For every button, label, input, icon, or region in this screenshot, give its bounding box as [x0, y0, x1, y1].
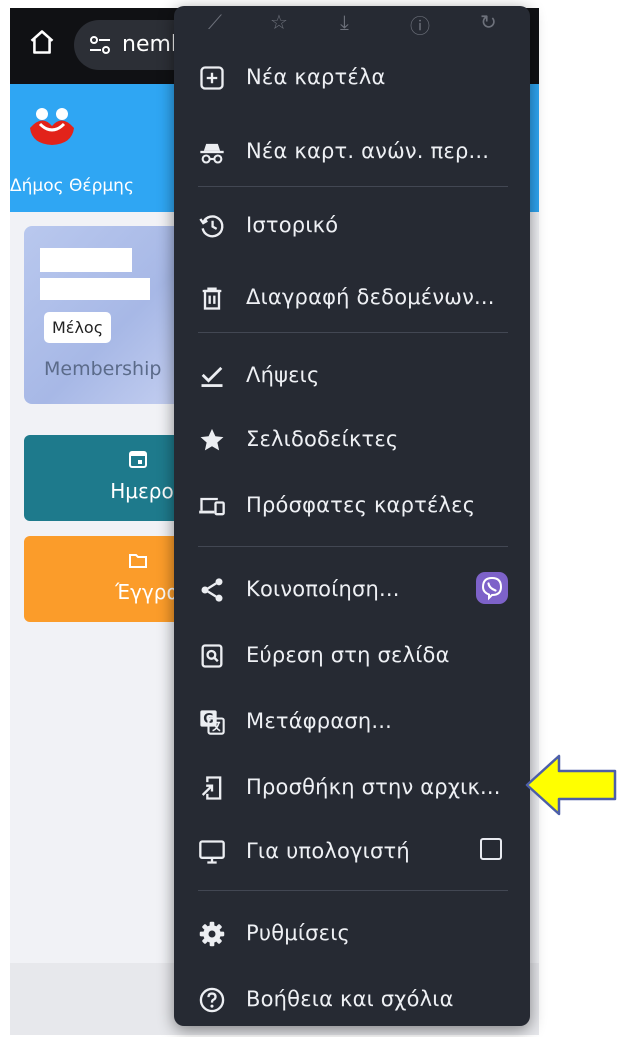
menu-item-incognito[interactable]: Νέα καρτ. ανών. περ...: [174, 124, 530, 180]
find-in-page-icon: [201, 644, 223, 668]
download-check-icon: [201, 366, 223, 387]
desktop-site-checkbox[interactable]: [480, 838, 502, 860]
menu-item-label: Ρυθμίσεις: [246, 921, 351, 945]
menu-item-label: Λήψεις: [246, 363, 320, 387]
municipality-logo: [30, 108, 74, 145]
site-settings-icon[interactable]: [88, 33, 112, 57]
trash-icon: [202, 287, 222, 310]
info-icon[interactable]: ⓘ: [410, 10, 430, 39]
help-circle-icon: [199, 987, 225, 1013]
add-to-home-icon: [201, 776, 222, 800]
menu-divider: [198, 890, 508, 891]
redacted-id: [40, 278, 150, 300]
menu-item-desktop-site[interactable]: Για υπολογιστή: [174, 824, 530, 880]
share-icon: [201, 578, 223, 602]
menu-item-label: Βοήθεια και σχόλια: [246, 987, 454, 1011]
history-icon: [199, 215, 224, 238]
menu-item-label: Προσθήκη στην αρχικ...: [246, 775, 501, 799]
menu-item-add-to-home[interactable]: Προσθήκη στην αρχικ...: [174, 760, 530, 816]
annotation-arrow: [525, 754, 617, 816]
menu-item-history[interactable]: Ιστορικό: [174, 198, 530, 254]
incognito-icon: [200, 143, 224, 164]
menu-item-translate[interactable]: G Μετάφραση...: [174, 694, 530, 750]
menu-item-label: Ιστορικό: [246, 213, 339, 237]
reload-icon[interactable]: ↻: [480, 10, 497, 34]
translate-icon: G: [200, 710, 225, 735]
menu-divider: [198, 332, 508, 333]
forward-icon[interactable]: ⟋: [208, 10, 222, 34]
menu-item-label: Εύρεση στη σελίδα: [246, 643, 450, 667]
home-icon[interactable]: [28, 28, 56, 56]
star-icon: [200, 428, 224, 451]
menu-top-icon-row: ⟋ ☆ ⤓ ⓘ ↻: [174, 6, 530, 44]
menu-item-recent-tabs[interactable]: Πρόσφατες καρτέλες: [174, 478, 530, 534]
menu-item-help[interactable]: Βοήθεια και σχόλια: [174, 972, 530, 1028]
menu-item-downloads[interactable]: Λήψεις: [174, 348, 530, 404]
viber-share-icon[interactable]: [476, 572, 508, 604]
gear-icon: [199, 921, 225, 947]
menu-item-find[interactable]: Εύρεση στη σελίδα: [174, 628, 530, 684]
menu-item-label: Διαγραφή δεδομένων...: [246, 285, 495, 309]
menu-item-label: Πρόσφατες καρτέλες: [246, 493, 476, 517]
redacted-name: [40, 248, 132, 272]
menu-item-label: Μετάφραση...: [246, 709, 393, 733]
menu-item-label: Σελιδοδείκτες: [246, 427, 399, 451]
menu-item-settings[interactable]: Ρυθμίσεις: [174, 906, 530, 962]
menu-item-share[interactable]: Κοινοποίηση...: [174, 562, 530, 618]
municipality-name: Δήμος Θέρμης: [10, 176, 134, 196]
menu-item-new-tab[interactable]: Νέα καρτέλα: [174, 50, 530, 106]
menu-item-label: Νέα καρτέλα: [246, 65, 386, 89]
menu-item-label: Για υπολογιστή: [246, 839, 410, 863]
menu-item-clear-data[interactable]: Διαγραφή δεδομένων...: [174, 270, 530, 326]
browser-overflow-menu: ⟋ ☆ ⤓ ⓘ ↻ Νέα καρτέλα Νέα καρτ. ανών. πε…: [174, 6, 530, 1026]
devices-icon: [199, 497, 225, 516]
folder-icon: [129, 554, 147, 568]
download-icon[interactable]: ⤓: [340, 10, 349, 34]
bookmark-star-icon[interactable]: ☆: [270, 10, 288, 34]
plus-box-icon: [200, 66, 224, 90]
menu-item-label: Νέα καρτ. ανών. περ...: [246, 139, 490, 163]
member-badge: Μέλος: [44, 312, 112, 343]
menu-item-label: Κοινοποίηση...: [246, 577, 400, 601]
membership-label: Membership: [44, 358, 162, 380]
monitor-icon: [199, 840, 225, 864]
menu-item-bookmarks[interactable]: Σελιδοδείκτες: [174, 412, 530, 468]
calendar-icon: [129, 451, 147, 468]
menu-divider: [198, 186, 508, 187]
menu-divider: [198, 546, 508, 547]
